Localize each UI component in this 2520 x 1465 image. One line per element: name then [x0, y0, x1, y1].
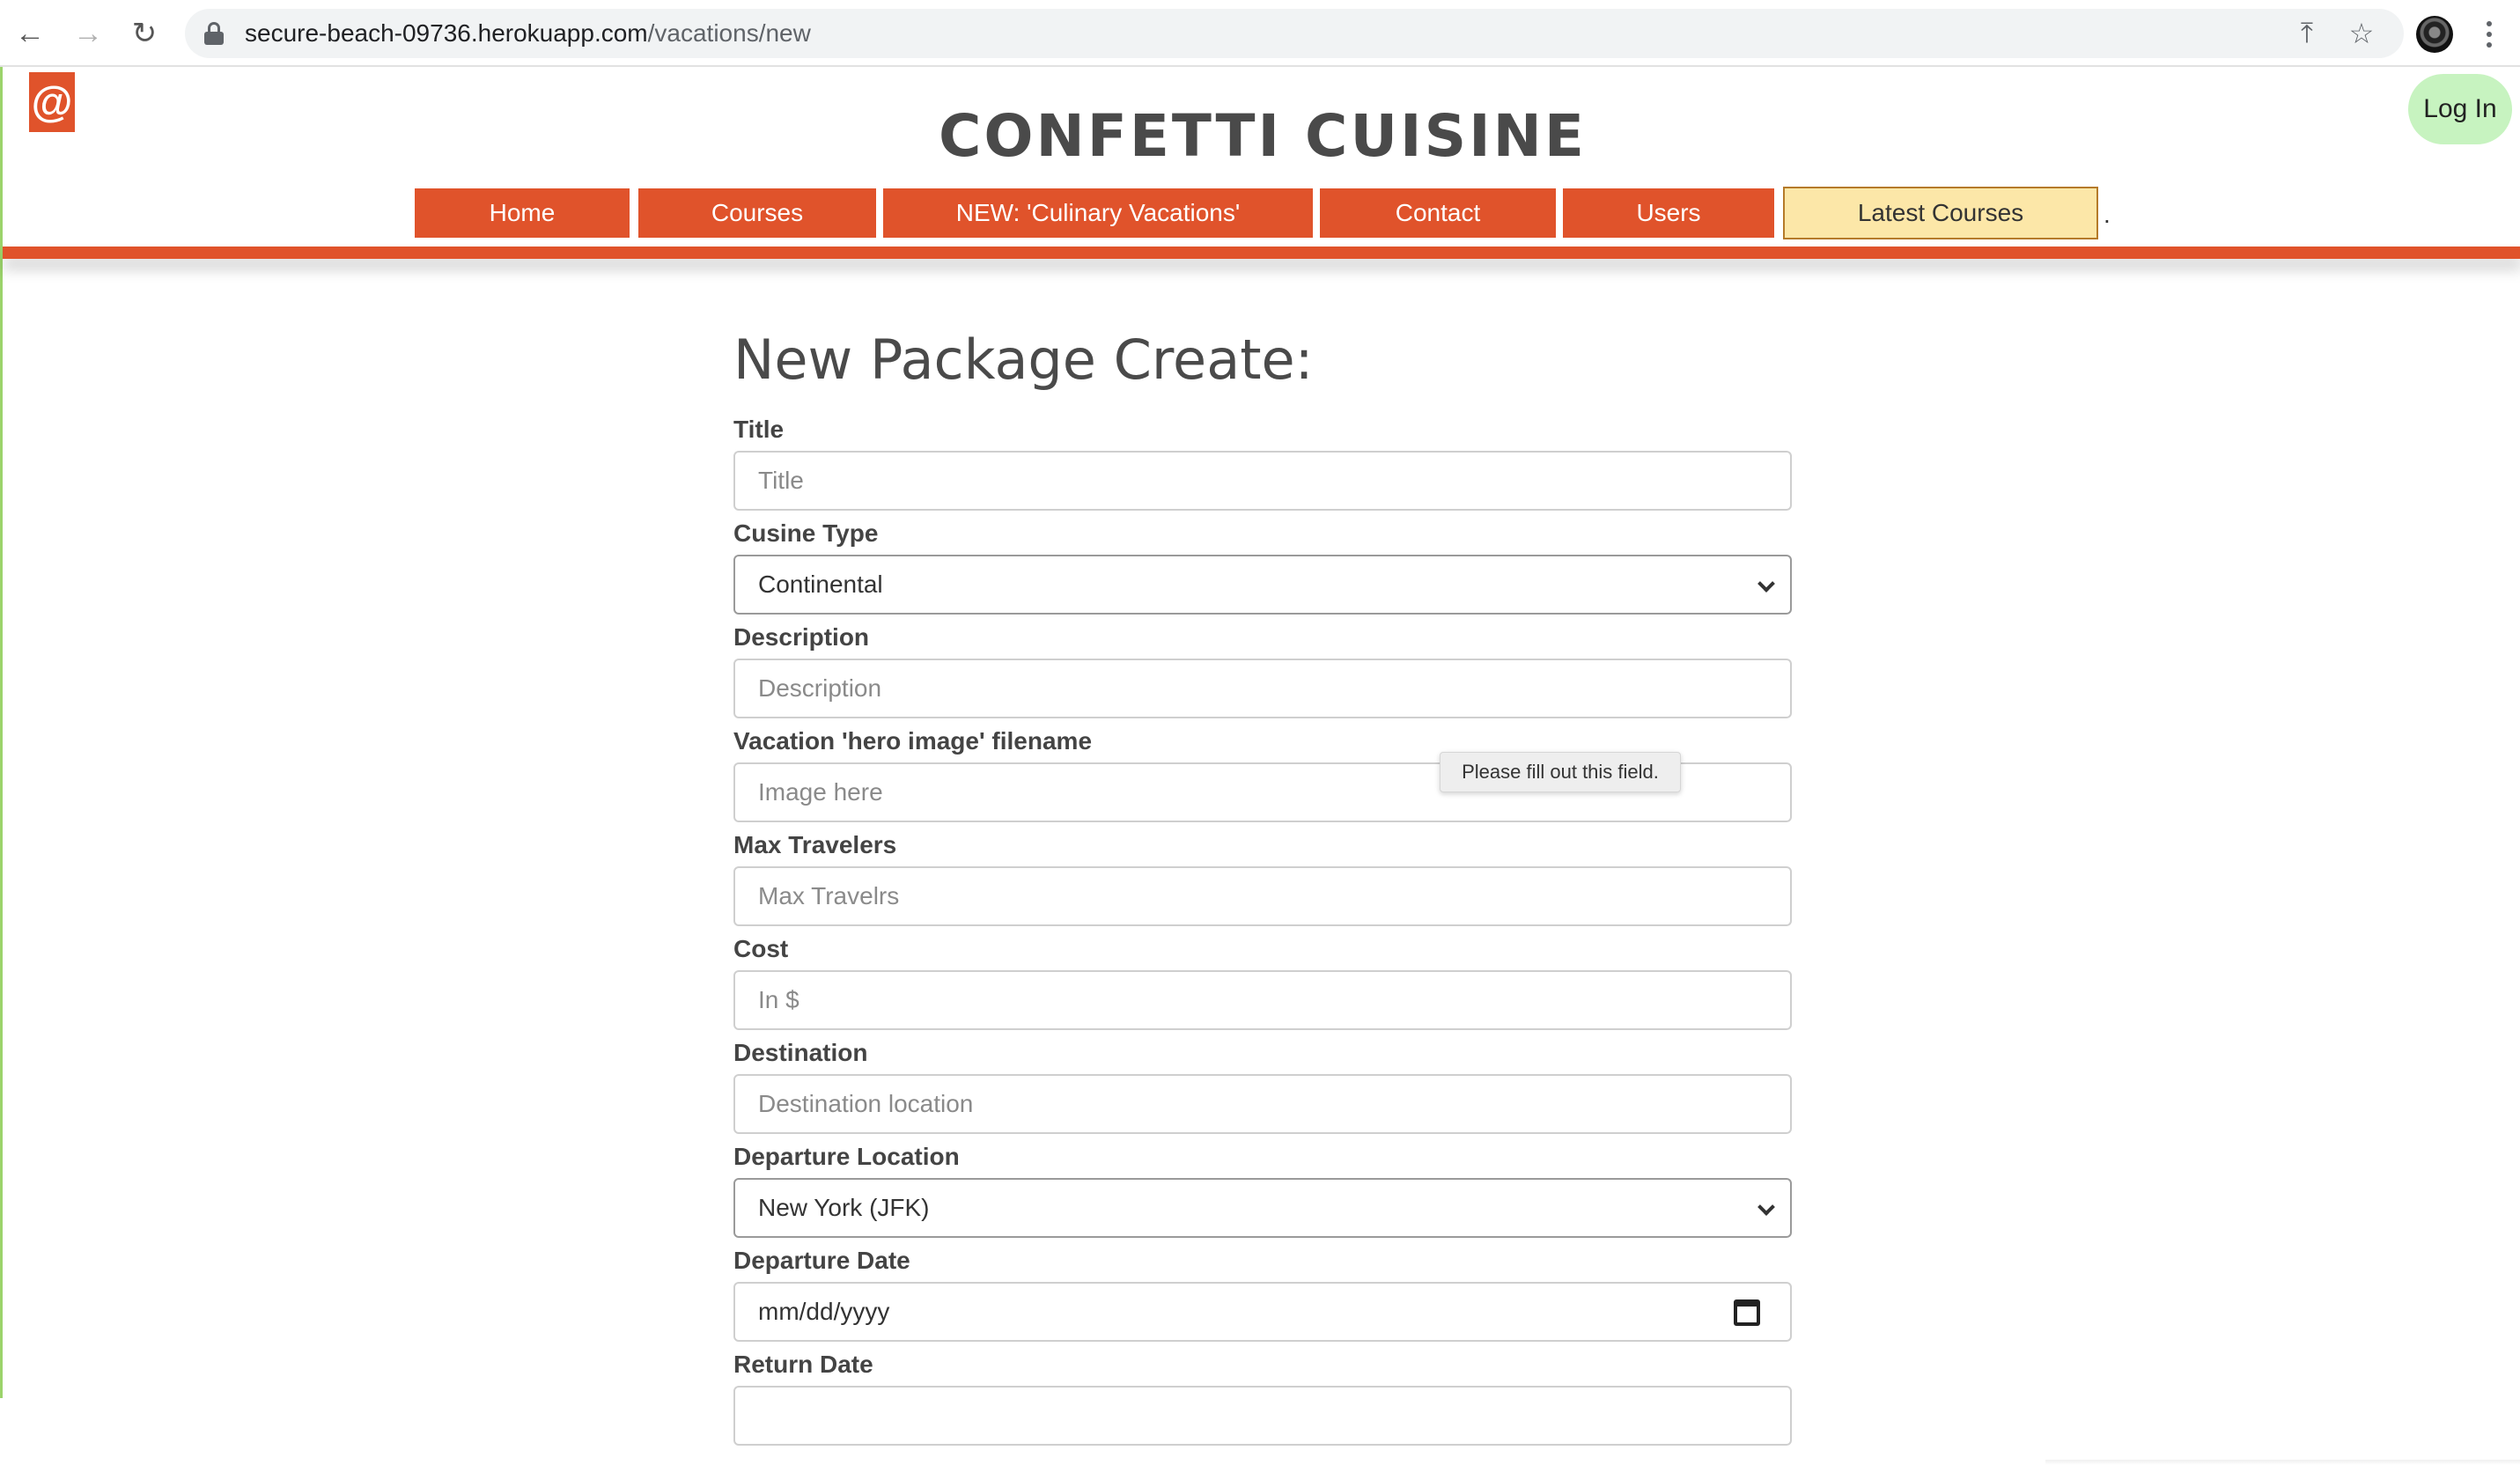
page-content: @ CONFETTI CUISINE Log In Home Courses N… — [0, 67, 2520, 1465]
site-title: CONFETTI CUISINE — [938, 102, 1588, 170]
cost-placeholder: In $ — [758, 986, 799, 1013]
title-input[interactable]: Title — [733, 451, 1792, 511]
nav-users[interactable]: Users — [1563, 188, 1774, 238]
description-input[interactable]: Description — [733, 659, 1792, 718]
lock-icon — [204, 22, 224, 45]
url-text[interactable]: secure-beach-09736.herokuapp.com/vacatio… — [245, 19, 811, 48]
departure-location-value: New York (JFK) — [758, 1194, 930, 1221]
browser-menu-icon[interactable] — [2476, 16, 2502, 53]
hero-image-placeholder: Image here — [758, 778, 883, 806]
nav-latest-courses[interactable]: Latest Courses — [1783, 187, 2098, 239]
bottom-shadow — [2045, 1460, 2520, 1465]
share-icon[interactable]: ⤒ — [2286, 12, 2328, 55]
departure-date-input[interactable]: mm/dd/yyyy — [733, 1282, 1792, 1342]
cost-label: Cost — [733, 935, 789, 962]
return-date-input[interactable] — [733, 1386, 1792, 1446]
cuisine-type-select[interactable]: Continental — [733, 555, 1792, 615]
profile-avatar[interactable] — [2416, 16, 2453, 53]
max-travelers-placeholder: Max Travelrs — [758, 882, 900, 909]
form-heading: New Package Create: — [733, 328, 1314, 392]
chevron-down-icon — [1757, 575, 1775, 593]
title-placeholder: Title — [758, 467, 804, 494]
nav-culinary-vacations[interactable]: NEW: 'Culinary Vacations' — [883, 188, 1313, 238]
max-travelers-input[interactable]: Max Travelrs — [733, 866, 1792, 926]
url-domain: secure-beach-09736.herokuapp.com — [245, 19, 648, 47]
hero-image-label: Vacation 'hero image' filename — [733, 727, 1093, 755]
title-label: Title — [733, 416, 785, 443]
departure-date-label: Departure Date — [733, 1247, 910, 1274]
destination-placeholder: Destination location — [758, 1090, 974, 1117]
destination-input[interactable]: Destination location — [733, 1074, 1792, 1134]
return-date-label: Return Date — [733, 1351, 873, 1378]
nav-contact[interactable]: Contact — [1320, 188, 1556, 238]
header-divider — [3, 247, 2520, 259]
cost-input[interactable]: In $ — [733, 970, 1792, 1030]
validation-tooltip: Please fill out this field. — [1440, 752, 1681, 792]
cuisine-type-value: Continental — [758, 571, 883, 598]
browser-toolbar: ← → ↻ secure-beach-09736.herokuapp.com/v… — [0, 0, 2520, 67]
login-button[interactable]: Log In — [2408, 74, 2512, 144]
cuisine-type-label: Cusine Type — [733, 519, 879, 547]
departure-date-value: mm/dd/yyyy — [758, 1298, 890, 1325]
bookmark-star-icon[interactable]: ☆ — [2340, 12, 2383, 55]
description-label: Description — [733, 623, 870, 651]
nav-trailing-dot: . — [2104, 201, 2111, 228]
url-path: /vacations/new — [647, 19, 811, 47]
reload-icon[interactable]: ↻ — [123, 12, 166, 55]
forward-arrow-icon[interactable]: → — [67, 12, 109, 55]
departure-location-label: Departure Location — [733, 1143, 960, 1170]
departure-location-select[interactable]: New York (JFK) — [733, 1178, 1792, 1238]
address-bar[interactable]: secure-beach-09736.herokuapp.com/vacatio… — [185, 9, 2404, 58]
nav-home[interactable]: Home — [415, 188, 630, 238]
destination-label: Destination — [733, 1039, 868, 1066]
calendar-icon[interactable] — [1734, 1299, 1760, 1326]
max-travelers-label: Max Travelers — [733, 831, 897, 858]
description-placeholder: Description — [758, 674, 882, 702]
chevron-down-icon — [1757, 1198, 1775, 1216]
nav-courses[interactable]: Courses — [638, 188, 876, 238]
back-arrow-icon[interactable]: ← — [9, 12, 51, 55]
